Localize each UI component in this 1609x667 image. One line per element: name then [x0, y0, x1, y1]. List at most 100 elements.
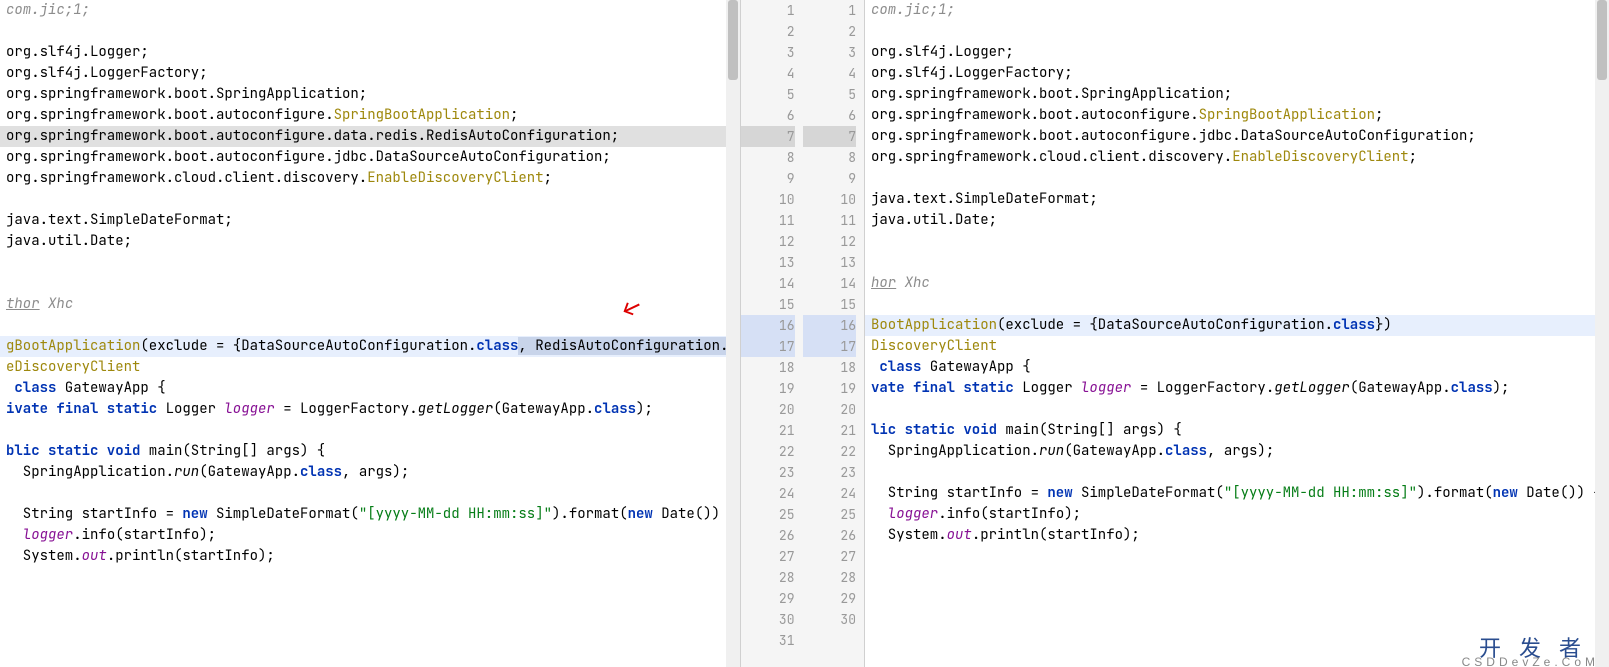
- code-line[interactable]: [865, 588, 1609, 609]
- line-number: 12: [803, 231, 857, 252]
- line-number: 13: [741, 252, 795, 273]
- line-number: 31: [741, 630, 795, 651]
- code-line[interactable]: lic static void main(String[] args) {: [865, 420, 1609, 441]
- code-line[interactable]: java.util.Date;: [0, 231, 740, 252]
- line-number: 25: [803, 504, 857, 525]
- line-number: 20: [741, 399, 795, 420]
- code-line[interactable]: [865, 294, 1609, 315]
- code-line[interactable]: class GatewayApp {: [865, 357, 1609, 378]
- line-number: 25: [741, 504, 795, 525]
- line-number: 18: [741, 357, 795, 378]
- code-line[interactable]: SpringApplication.run(GatewayApp.class, …: [0, 462, 740, 483]
- code-line[interactable]: [0, 189, 740, 210]
- left-code-area[interactable]: com.jic;1; org.slf4j.Logger;org.slf4j.Log…: [0, 0, 740, 660]
- watermark-sub: CSDDevZe.CoM: [1462, 655, 1599, 667]
- line-number: [803, 630, 857, 651]
- code-line[interactable]: org.springframework.boot.SpringApplicati…: [0, 84, 740, 105]
- code-line[interactable]: com.jic;1;: [865, 0, 1609, 21]
- code-line[interactable]: org.slf4j.Logger;: [865, 42, 1609, 63]
- code-line[interactable]: org.springframework.boot.autoconfigure.S…: [865, 105, 1609, 126]
- code-line[interactable]: java.util.Date;: [865, 210, 1609, 231]
- code-line[interactable]: org.slf4j.LoggerFactory;: [865, 63, 1609, 84]
- left-editor-pane[interactable]: com.jic;1; org.slf4j.Logger;org.slf4j.Log…: [0, 0, 740, 667]
- line-number: 24: [803, 483, 857, 504]
- line-number: 7: [803, 126, 857, 147]
- code-line[interactable]: [0, 273, 740, 294]
- code-line[interactable]: [0, 483, 740, 504]
- code-line[interactable]: org.springframework.boot.autoconfigure.d…: [0, 126, 740, 147]
- line-number: 9: [803, 168, 857, 189]
- line-number: 22: [803, 441, 857, 462]
- code-line[interactable]: [865, 21, 1609, 42]
- code-line[interactable]: hor Xhc: [865, 273, 1609, 294]
- line-number: 18: [803, 357, 857, 378]
- code-line[interactable]: ivate final static Logger logger = Logge…: [0, 399, 740, 420]
- code-line[interactable]: [865, 231, 1609, 252]
- right-scrollbar-thumb[interactable]: [1597, 0, 1607, 80]
- line-number: 21: [741, 420, 795, 441]
- line-number: 27: [803, 546, 857, 567]
- code-line[interactable]: [0, 315, 740, 336]
- code-line[interactable]: [865, 168, 1609, 189]
- code-line[interactable]: System.out.println(startInfo);: [865, 525, 1609, 546]
- code-line[interactable]: org.springframework.boot.autoconfigure.j…: [0, 147, 740, 168]
- code-line[interactable]: class GatewayApp {: [0, 378, 740, 399]
- code-line[interactable]: thor Xhc: [0, 294, 740, 315]
- code-line[interactable]: org.slf4j.Logger;: [0, 42, 740, 63]
- code-line[interactable]: System.out.println(startInfo);: [0, 546, 740, 567]
- code-line[interactable]: logger.info(startInfo);: [865, 504, 1609, 525]
- left-scrollbar-thumb[interactable]: [728, 0, 738, 80]
- line-number: 17: [741, 336, 795, 357]
- code-line[interactable]: org.springframework.cloud.client.discove…: [865, 147, 1609, 168]
- line-number: 20: [803, 399, 857, 420]
- code-line[interactable]: [865, 546, 1609, 567]
- line-number: 10: [803, 189, 857, 210]
- code-line[interactable]: [865, 567, 1609, 588]
- code-line[interactable]: org.springframework.boot.SpringApplicati…: [865, 84, 1609, 105]
- code-line[interactable]: String startInfo = new SimpleDateFormat(…: [0, 504, 740, 525]
- line-number: 24: [741, 483, 795, 504]
- line-number: 17: [803, 336, 857, 357]
- code-line[interactable]: DiscoveryClient: [865, 336, 1609, 357]
- line-number: 16: [741, 315, 795, 336]
- code-line[interactable]: java.text.SimpleDateFormat;: [0, 210, 740, 231]
- code-line[interactable]: eDiscoveryClient: [0, 357, 740, 378]
- line-number: 15: [803, 294, 857, 315]
- code-line[interactable]: [0, 420, 740, 441]
- code-line[interactable]: com.jic;1;: [0, 0, 740, 21]
- line-number-gutter[interactable]: 1234567891011121314151617181920212223242…: [740, 0, 865, 667]
- code-line[interactable]: String startInfo = new SimpleDateFormat(…: [865, 483, 1609, 504]
- right-editor-pane[interactable]: com.jic;1; org.slf4j.Logger;org.slf4j.Log…: [865, 0, 1609, 667]
- line-number: 2: [803, 21, 857, 42]
- code-line[interactable]: blic static void main(String[] args) {: [0, 441, 740, 462]
- code-line[interactable]: org.springframework.boot.autoconfigure.j…: [865, 126, 1609, 147]
- code-line[interactable]: java.text.SimpleDateFormat;: [865, 189, 1609, 210]
- code-line[interactable]: gBootApplication(exclude = {DataSourceAu…: [0, 336, 740, 357]
- code-line[interactable]: [865, 252, 1609, 273]
- code-line[interactable]: [0, 252, 740, 273]
- code-line[interactable]: vate final static Logger logger = Logger…: [865, 378, 1609, 399]
- code-line[interactable]: [865, 609, 1609, 630]
- code-line[interactable]: org.slf4j.LoggerFactory;: [0, 63, 740, 84]
- line-number: 30: [741, 609, 795, 630]
- code-line[interactable]: BootApplication(exclude = {DataSourceAut…: [865, 315, 1609, 336]
- right-scrollbar[interactable]: [1595, 0, 1609, 667]
- line-number: 11: [803, 210, 857, 231]
- code-line[interactable]: [865, 399, 1609, 420]
- left-scrollbar[interactable]: [726, 0, 740, 667]
- code-line[interactable]: org.springframework.cloud.client.discove…: [0, 168, 740, 189]
- line-number: 16: [803, 315, 857, 336]
- code-line[interactable]: org.springframework.boot.autoconfigure.S…: [0, 105, 740, 126]
- code-line[interactable]: [865, 462, 1609, 483]
- code-line[interactable]: [0, 21, 740, 42]
- code-line[interactable]: logger.info(startInfo);: [0, 525, 740, 546]
- line-number: 5: [803, 84, 857, 105]
- code-line[interactable]: SpringApplication.run(GatewayApp.class, …: [865, 441, 1609, 462]
- line-number: 8: [741, 147, 795, 168]
- right-code-area[interactable]: com.jic;1; org.slf4j.Logger;org.slf4j.Log…: [865, 0, 1609, 651]
- line-number: 4: [741, 63, 795, 84]
- line-number: 26: [803, 525, 857, 546]
- line-number: 6: [803, 105, 857, 126]
- line-number: 28: [803, 567, 857, 588]
- watermark: 开发者 CSDDevZe.CoM: [1479, 631, 1599, 663]
